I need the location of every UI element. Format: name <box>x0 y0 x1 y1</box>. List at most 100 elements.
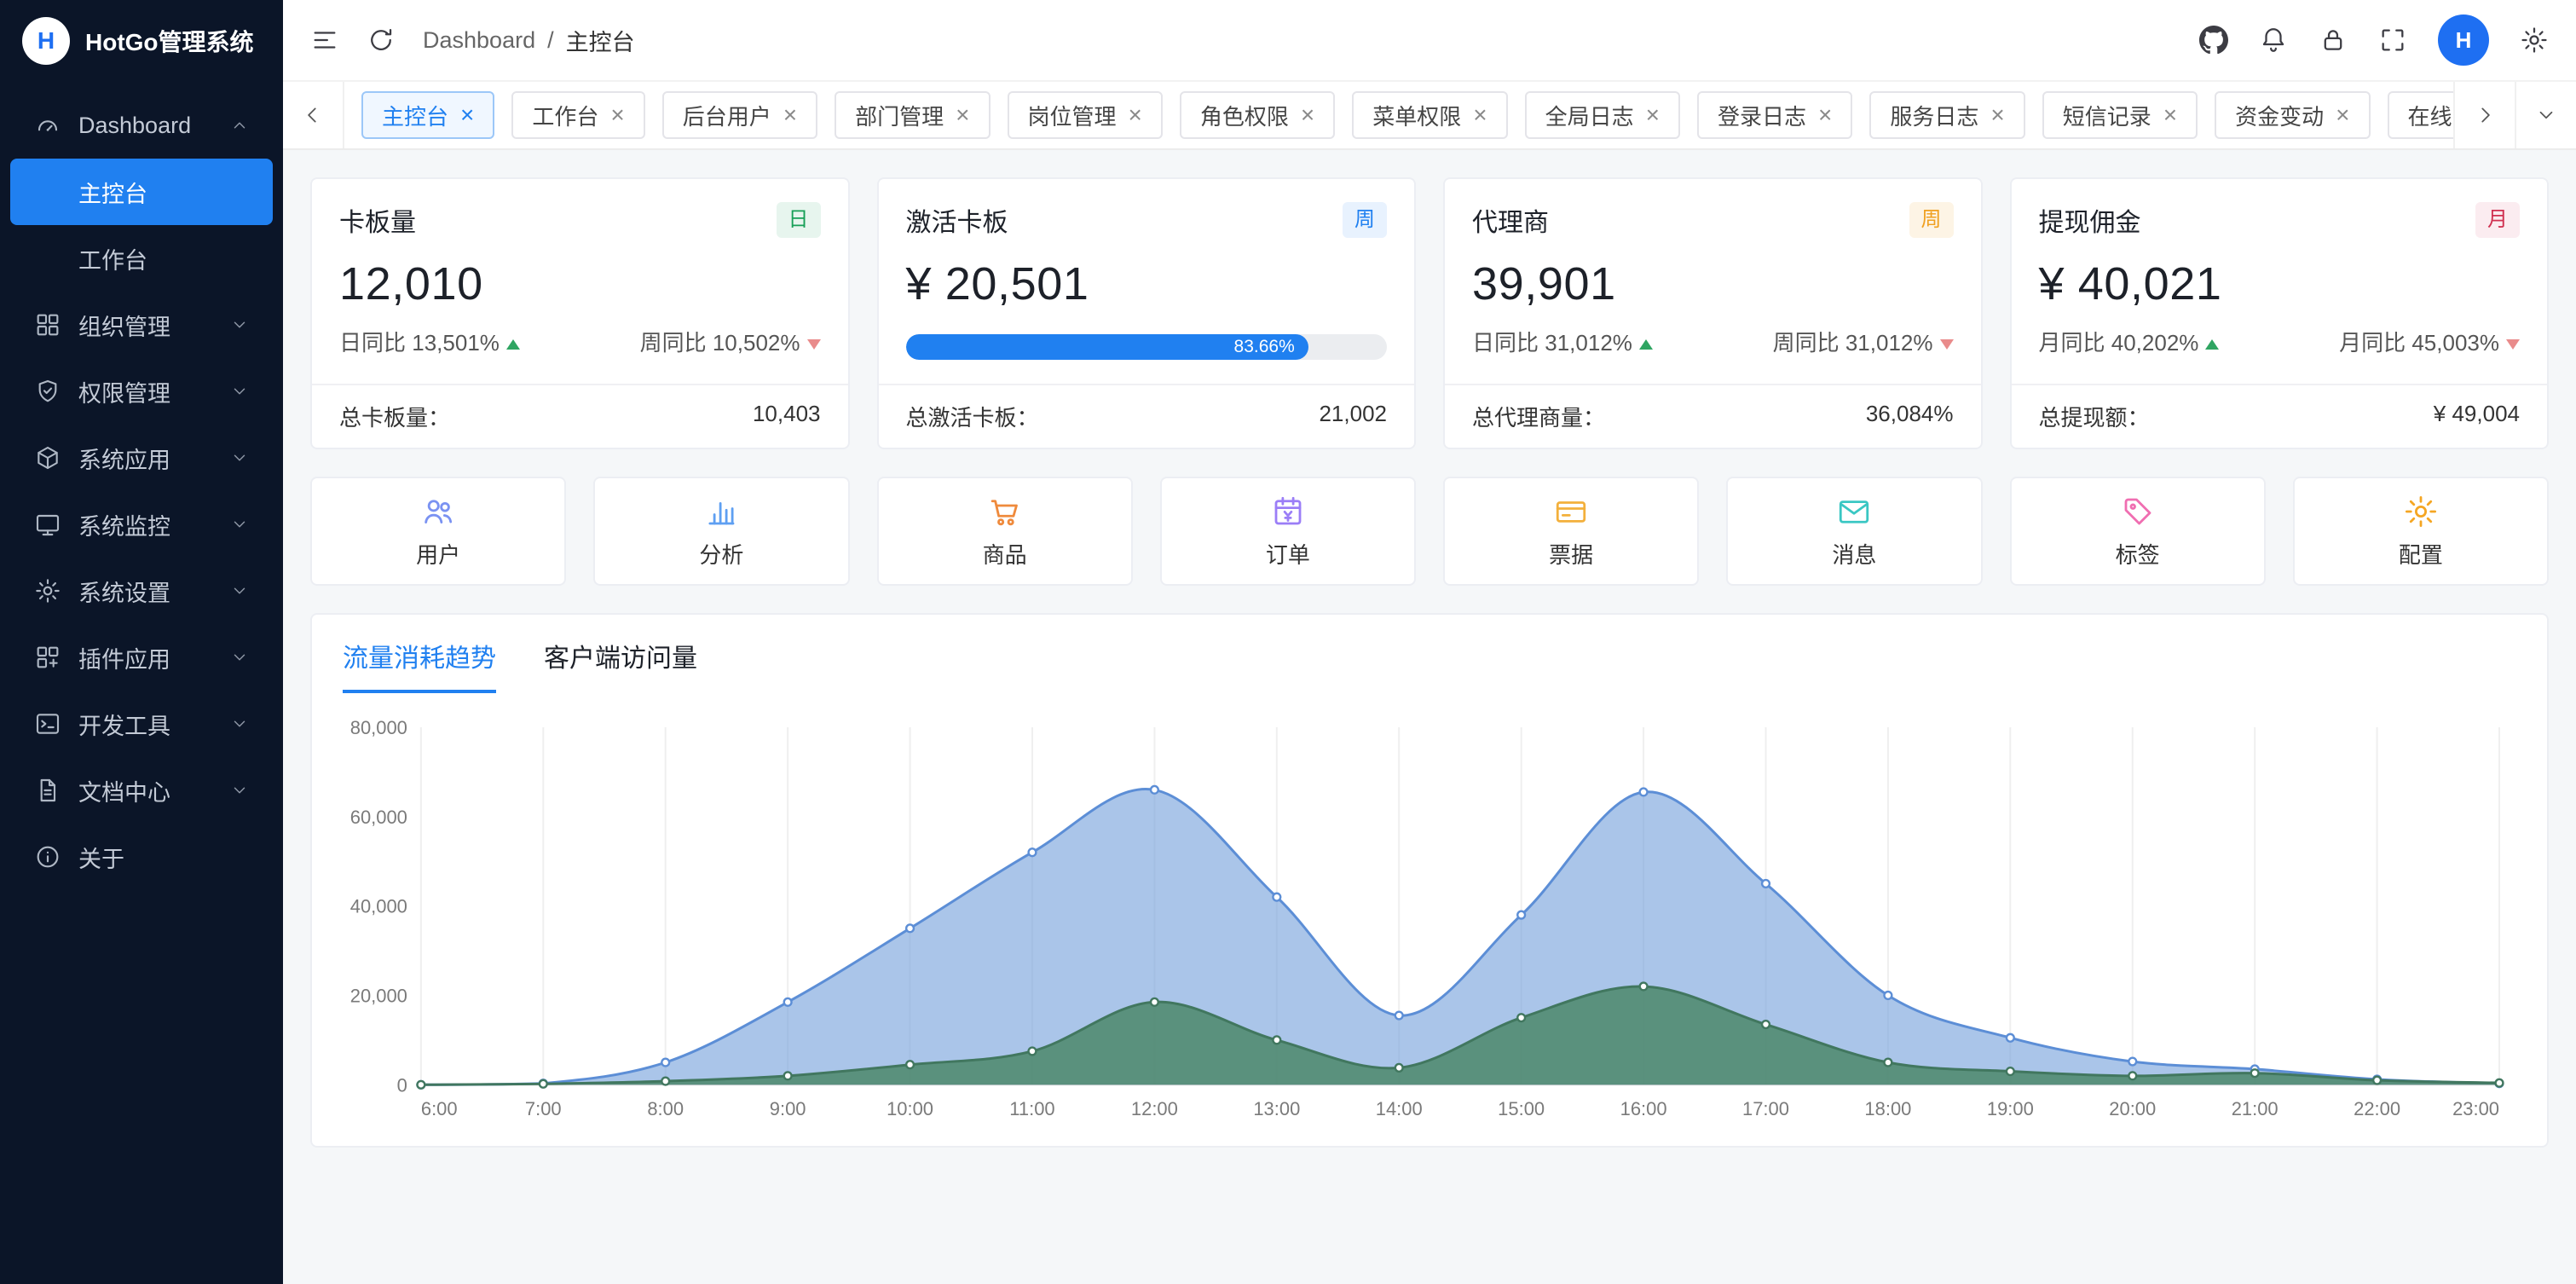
svg-text:19:00: 19:00 <box>1987 1098 2034 1119</box>
collapse-sidebar-button[interactable] <box>310 26 339 55</box>
breadcrumb-root[interactable]: Dashboard <box>423 27 535 54</box>
close-icon[interactable] <box>1646 103 1660 127</box>
tab-chip[interactable]: 全局日志 <box>1525 91 1680 139</box>
close-icon[interactable] <box>1301 103 1314 127</box>
tab-chip[interactable]: 在线充值 <box>2388 91 2454 139</box>
breadcrumb-current[interactable]: 主控台 <box>566 24 635 57</box>
svg-text:7:00: 7:00 <box>525 1098 562 1119</box>
quick-action-orders[interactable]: 订单 <box>1160 477 1416 586</box>
terminal-icon <box>34 710 61 737</box>
sidebar-item-console[interactable]: 主控台 <box>10 159 273 225</box>
sidebar-item-label: 关于 <box>78 841 124 874</box>
sidebar-item-org[interactable]: 组织管理 <box>10 292 273 358</box>
tabs-menu-button[interactable] <box>2515 82 2576 148</box>
chart-tabs: 流量消耗趋势 客户端访问量 <box>339 615 2520 693</box>
stat-badge: 周 <box>1343 202 1387 238</box>
logo[interactable]: H HotGo管理系统 <box>0 0 283 82</box>
close-icon[interactable] <box>460 103 474 127</box>
sidebar-item-devtools[interactable]: 开发工具 <box>10 691 273 757</box>
tab-chip[interactable]: 短信记录 <box>2042 91 2198 139</box>
tab-chip[interactable]: 登录日志 <box>1697 91 1852 139</box>
notifications-button[interactable] <box>2259 26 2288 55</box>
quick-action-products[interactable]: 商品 <box>877 477 1133 586</box>
close-icon[interactable] <box>783 103 797 127</box>
ticket-icon <box>1553 494 1589 529</box>
stat-ratio-left: 日同比 13,501% <box>339 326 520 357</box>
ratio-value: 40,202% <box>2111 330 2199 356</box>
tab-chip[interactable]: 后台用户 <box>662 91 817 139</box>
svg-text:6:00: 6:00 <box>421 1098 458 1119</box>
sidebar-item-settings[interactable]: 系统设置 <box>10 558 273 624</box>
sidebar-item-dashboard[interactable]: Dashboard <box>10 92 273 159</box>
close-icon[interactable] <box>956 103 969 127</box>
close-icon[interactable] <box>2336 103 2349 127</box>
tab-label: 全局日志 <box>1545 100 1634 131</box>
area-chart-svg: 020,00040,00060,00080,0006:007:008:009:0… <box>339 707 2520 1136</box>
quick-action-tags[interactable]: 标签 <box>2010 477 2266 586</box>
stat-badge: 月 <box>2475 202 2520 238</box>
sidebar-item-label: 权限管理 <box>78 375 170 408</box>
order-calendar-icon <box>1270 494 1306 529</box>
fullscreen-icon <box>2378 26 2407 55</box>
tab-chip[interactable]: 岗位管理 <box>1008 91 1163 139</box>
github-button[interactable] <box>2199 26 2228 55</box>
avatar[interactable]: H <box>2438 14 2489 66</box>
trend-down-icon <box>1940 339 1954 350</box>
stat-title: 代理商 <box>1472 201 1549 239</box>
stat-badge: 日 <box>777 202 821 238</box>
close-icon[interactable] <box>1129 103 1142 127</box>
tab-chip[interactable]: 菜单权限 <box>1352 91 1507 139</box>
close-icon[interactable] <box>610 103 624 127</box>
sidebar-item-permission[interactable]: 权限管理 <box>10 358 273 425</box>
tabs-scroll-left-button[interactable] <box>283 82 344 148</box>
tab-chip[interactable]: 工作台 <box>511 91 644 139</box>
reload-button[interactable] <box>367 26 396 55</box>
chevron-down-icon <box>230 714 249 733</box>
tab-label: 登录日志 <box>1718 100 1806 131</box>
sidebar-item-apps[interactable]: 系统应用 <box>10 425 273 491</box>
quick-action-config[interactable]: 配置 <box>2293 477 2549 586</box>
quick-action-analytics[interactable]: 分析 <box>593 477 849 586</box>
sidebar-item-label: 开发工具 <box>78 708 170 741</box>
sidebar-item-about[interactable]: 关于 <box>10 824 273 890</box>
stat-ratios: 日同比 13,501% 周同比 10,502% <box>312 326 848 379</box>
sidebar-item-label: 组织管理 <box>78 309 170 342</box>
svg-text:80,000: 80,000 <box>350 717 407 738</box>
stat-ratios: 月同比 40,202% 月同比 45,003% <box>2012 326 2548 379</box>
quick-action-tickets[interactable]: 票据 <box>1443 477 1699 586</box>
tab-chip[interactable]: 服务日志 <box>1869 91 2024 139</box>
close-icon[interactable] <box>1990 103 2004 127</box>
tab-chip[interactable]: 部门管理 <box>835 91 990 139</box>
tabs-scroll-right-button[interactable] <box>2453 82 2515 148</box>
tab-chip[interactable]: 角色权限 <box>1180 91 1335 139</box>
chart-tab-client-visits[interactable]: 客户端访问量 <box>544 637 697 693</box>
gear-icon <box>2520 26 2549 55</box>
sidebar-item-monitor[interactable]: 系统监控 <box>10 491 273 558</box>
close-icon[interactable] <box>1473 103 1487 127</box>
trend-up-icon <box>506 339 520 350</box>
stat-footer-label: 总提现额： <box>2039 401 2150 432</box>
sidebar-item-label: 主控台 <box>78 176 147 209</box>
settings-button[interactable] <box>2520 26 2549 55</box>
lock-screen-button[interactable] <box>2319 26 2348 55</box>
quick-action-label: 商品 <box>983 538 1027 570</box>
stats-row: 卡板量 日 12,010 日同比 13,501% 周同比 10,502% 总卡板… <box>310 177 2549 449</box>
chart-tab-traffic[interactable]: 流量消耗趋势 <box>343 637 496 693</box>
sidebar-item-plugins[interactable]: 插件应用 <box>10 624 273 691</box>
svg-text:20:00: 20:00 <box>2109 1098 2156 1119</box>
tab-label: 岗位管理 <box>1028 100 1117 131</box>
stat-value: ¥ 40,021 <box>2012 239 2548 326</box>
trend-up-icon <box>2205 339 2219 350</box>
close-icon[interactable] <box>2163 103 2177 127</box>
sidebar-item-workbench[interactable]: 工作台 <box>10 225 273 292</box>
stat-ratio-right: 周同比 31,012% <box>1773 326 1954 357</box>
github-icon <box>2199 26 2228 55</box>
sidebar-item-docs[interactable]: 文档中心 <box>10 757 273 824</box>
tab-chip[interactable]: 主控台 <box>361 91 494 139</box>
quick-action-messages[interactable]: 消息 <box>1726 477 1982 586</box>
fullscreen-button[interactable] <box>2378 26 2407 55</box>
quick-action-users[interactable]: 用户 <box>310 477 566 586</box>
sidebar-item-label: 工作台 <box>78 242 147 275</box>
close-icon[interactable] <box>1818 103 1832 127</box>
tab-chip[interactable]: 资金变动 <box>2215 91 2370 139</box>
